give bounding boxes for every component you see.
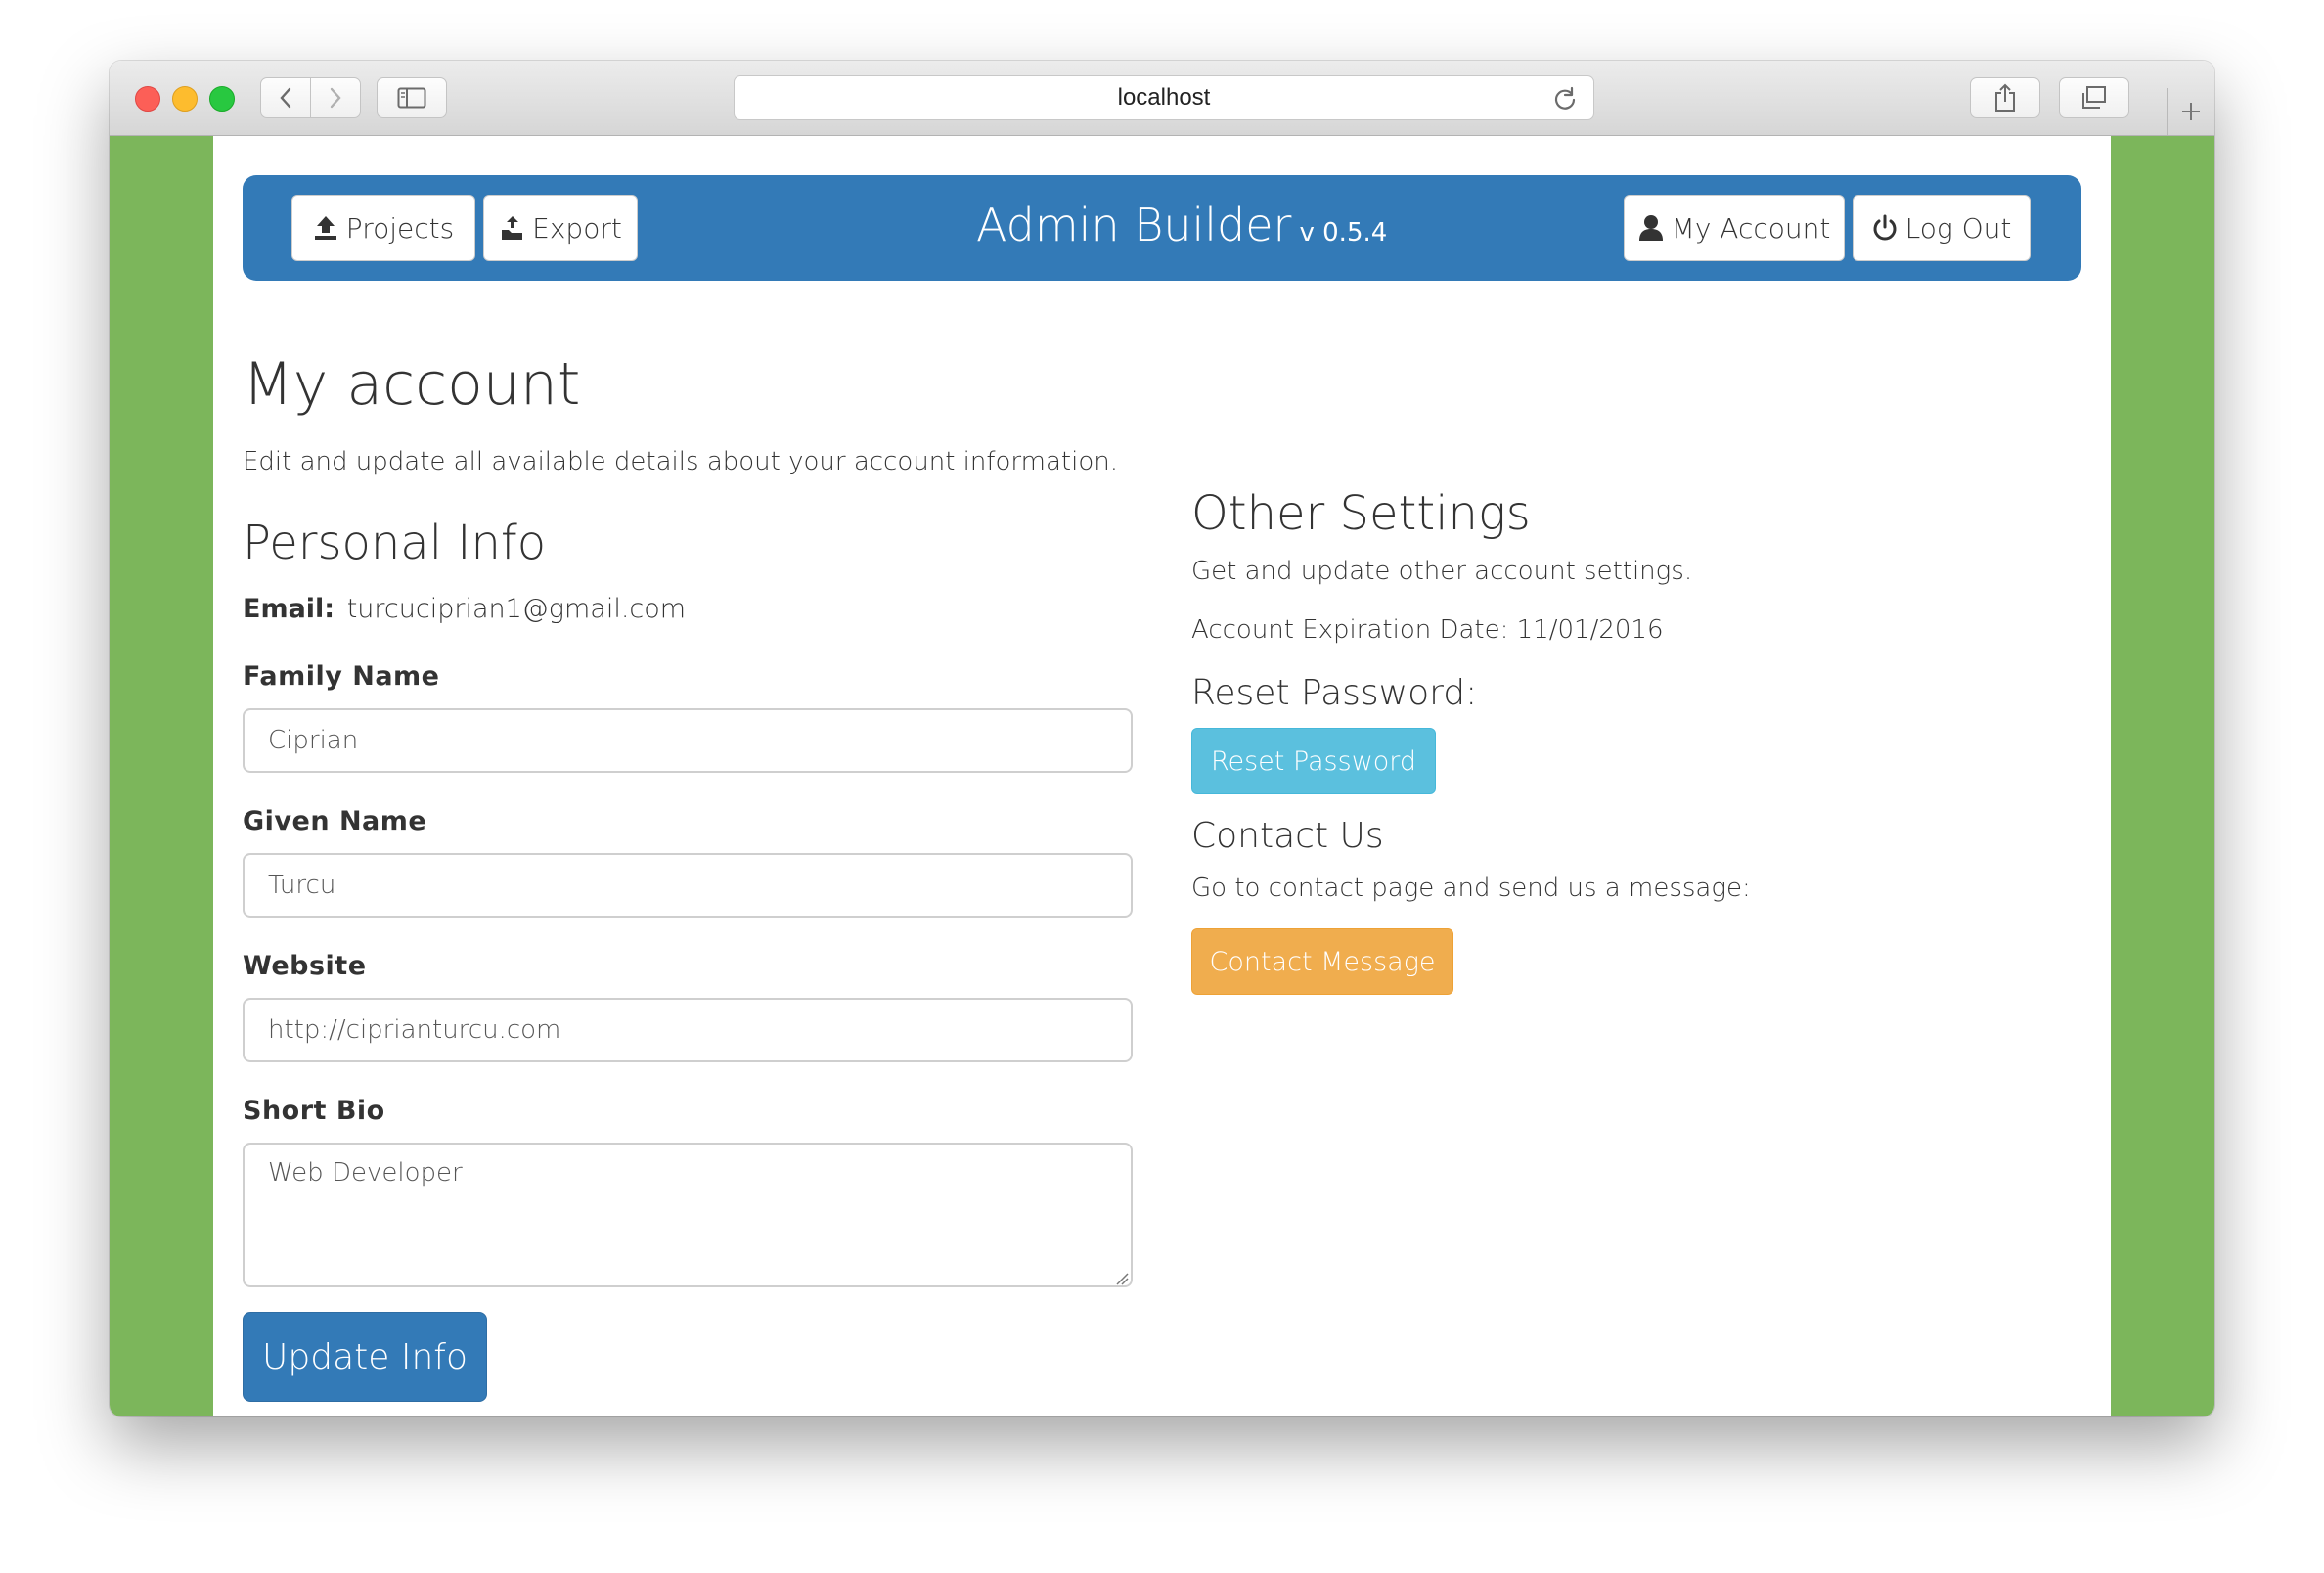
reload-icon[interactable] (1552, 86, 1578, 112)
given-name-input[interactable] (243, 853, 1133, 918)
family-name-label: Family Name (243, 661, 440, 692)
url-text: localhost (1117, 84, 1211, 111)
export-label: Export (532, 211, 622, 245)
page-description: Edit and update all available details ab… (243, 447, 1118, 476)
address-bar[interactable]: localhost (734, 75, 1594, 120)
projects-button[interactable]: Projects (291, 195, 475, 261)
maximize-window-button[interactable] (209, 86, 235, 112)
tabs-overview-button[interactable] (2059, 77, 2129, 118)
brand-name: Admin Builder (976, 199, 1292, 251)
upload-icon (314, 216, 336, 240)
chevron-right-icon (330, 87, 341, 109)
reset-password-heading: Reset Password: (1191, 673, 1478, 713)
email-label: Email: (243, 594, 335, 624)
power-icon (1873, 214, 1897, 241)
short-bio-textarea[interactable]: Web Developer (243, 1143, 1133, 1287)
page-viewport: Projects Export Admin Builder v 0.5.4 My… (110, 136, 2214, 1416)
share-icon (1995, 83, 2015, 112)
contact-message-button[interactable]: Contact Message (1191, 928, 1453, 995)
my-account-label: My Account (1671, 211, 1831, 245)
forward-button[interactable] (310, 77, 361, 118)
new-tab-button[interactable] (2167, 88, 2214, 135)
account-expiration: Account Expiration Date: 11/01/2016 (1191, 615, 1664, 645)
close-window-button[interactable] (135, 86, 160, 112)
back-button[interactable] (260, 77, 311, 118)
chevron-left-icon (280, 87, 291, 109)
minimize-window-button[interactable] (172, 86, 198, 112)
brand: Admin Builder v 0.5.4 (976, 199, 1387, 251)
export-icon (502, 216, 523, 240)
page-title: My account (243, 350, 581, 419)
export-button[interactable]: Export (483, 195, 638, 261)
other-settings-heading: Other Settings (1191, 486, 1531, 541)
projects-label: Projects (345, 211, 455, 245)
resize-grip-icon[interactable] (1115, 1272, 1129, 1285)
my-account-button[interactable]: My Account (1624, 195, 1845, 261)
short-bio-label: Short Bio (243, 1096, 385, 1126)
sidebar-toggle-button[interactable] (377, 77, 447, 118)
contact-us-heading: Contact Us (1191, 816, 1384, 856)
update-info-button[interactable]: Update Info (243, 1312, 487, 1402)
brand-version: v 0.5.4 (1299, 218, 1388, 247)
top-navbar: Projects Export Admin Builder v 0.5.4 My… (243, 175, 2081, 281)
share-button[interactable] (1970, 77, 2040, 118)
personal-info-heading: Personal Info (243, 516, 547, 570)
page-content: Projects Export Admin Builder v 0.5.4 My… (213, 136, 2111, 1416)
user-icon (1638, 215, 1663, 241)
reset-password-button[interactable]: Reset Password (1191, 728, 1436, 794)
contact-description: Go to contact page and send us a message… (1191, 874, 1751, 903)
tabs-icon (2082, 86, 2106, 109)
browser-window: localhost Projects Export Admin Builder … (110, 61, 2214, 1416)
family-name-input[interactable] (243, 708, 1133, 773)
email-value: turcuciprian1@gmail.com (346, 594, 687, 624)
browser-toolbar: localhost (110, 61, 2214, 136)
sidebar-icon (397, 87, 426, 109)
website-label: Website (243, 951, 367, 981)
other-settings-description: Get and update other account settings. (1191, 557, 1693, 586)
email-row: Email: turcuciprian1@gmail.com (243, 594, 686, 624)
given-name-label: Given Name (243, 806, 427, 836)
logout-button[interactable]: Log Out (1853, 195, 2031, 261)
website-input[interactable] (243, 998, 1133, 1062)
logout-label: Log Out (1904, 211, 2012, 245)
plus-icon (2182, 103, 2200, 120)
